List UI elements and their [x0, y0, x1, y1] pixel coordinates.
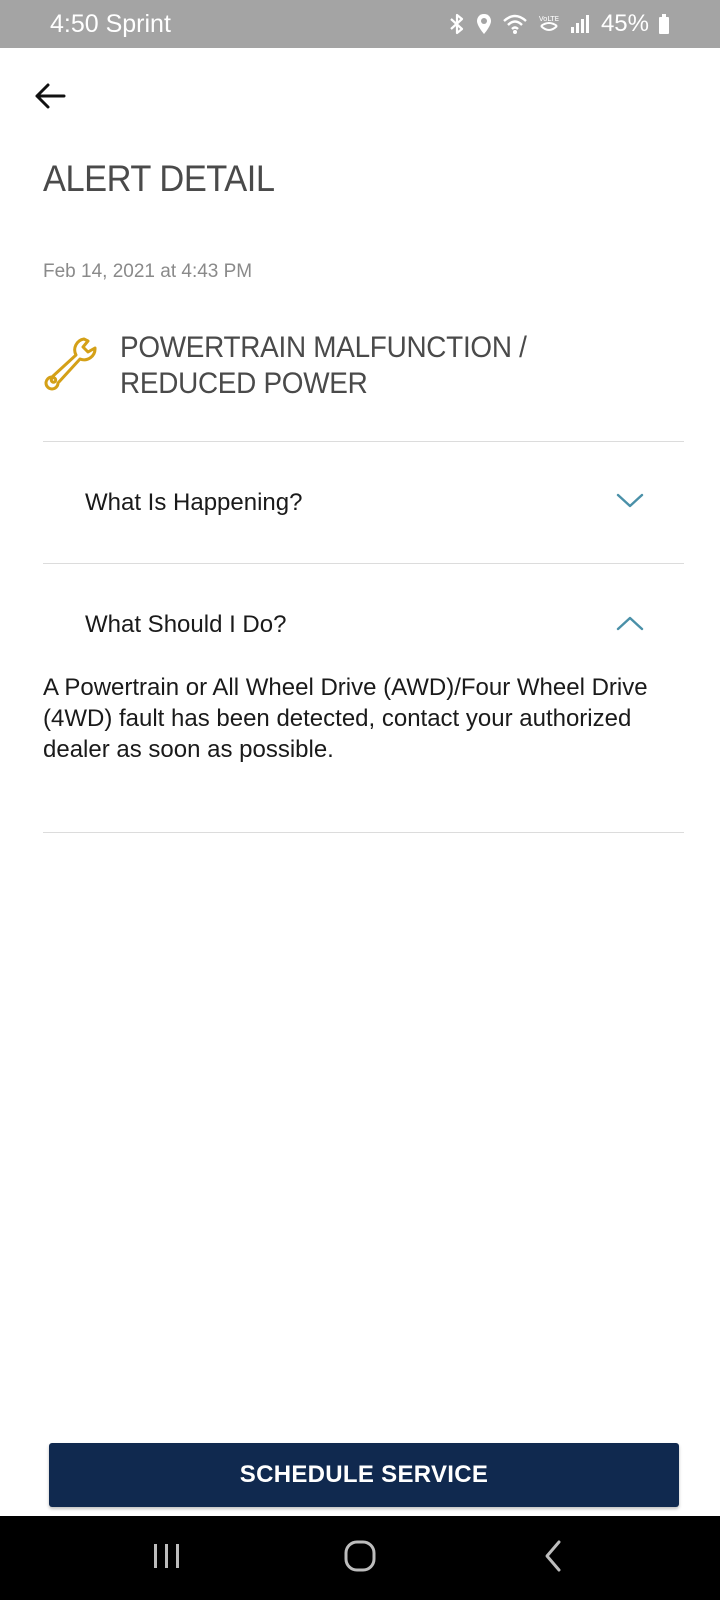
back-icon — [542, 1539, 564, 1578]
back-arrow-icon — [34, 82, 66, 115]
bluetooth-icon — [448, 12, 466, 36]
back-button[interactable] — [30, 78, 70, 118]
accordion-content: A Powertrain or All Wheel Drive (AWD)/Fo… — [43, 674, 648, 763]
accordion-what-should-i-do[interactable]: What Should I Do? — [43, 566, 684, 684]
divider — [43, 832, 684, 833]
alert-title: POWERTRAIN MALFUNCTION / REDUCED POWER — [120, 331, 527, 400]
schedule-service-button[interactable]: SCHEDULE SERVICE — [49, 1443, 679, 1507]
accordion-label: What Is Happening? — [85, 489, 303, 516]
divider — [43, 563, 684, 564]
recent-apps-button[interactable] — [127, 1528, 207, 1588]
chevron-down-icon — [616, 492, 644, 515]
signal-icon — [570, 13, 592, 35]
accordion-what-is-happening[interactable]: What Is Happening? — [43, 444, 684, 562]
status-time-carrier: 4:50 Sprint — [50, 9, 171, 38]
accordion-label: What Should I Do? — [85, 611, 287, 638]
page-title: ALERT DETAIL — [43, 158, 275, 199]
alert-heading: POWERTRAIN MALFUNCTION / REDUCED POWER — [40, 330, 680, 402]
alert-timestamp: Feb 14, 2021 at 4:43 PM — [43, 261, 253, 282]
home-icon — [342, 1539, 378, 1578]
wrench-icon — [40, 335, 98, 393]
recent-apps-icon — [150, 1541, 184, 1576]
svg-text:VoLTE: VoLTE — [539, 15, 559, 23]
wifi-icon — [502, 13, 528, 35]
navigation-bar — [0, 1516, 720, 1600]
chevron-up-icon — [616, 614, 644, 637]
location-icon — [475, 12, 493, 36]
status-bar: 4:50 Sprint VoLTE 45% — [0, 0, 720, 48]
volte-icon: VoLTE — [537, 12, 561, 36]
nav-back-button[interactable] — [513, 1528, 593, 1588]
battery-percent: 45% — [600, 10, 649, 37]
home-button[interactable] — [320, 1528, 400, 1588]
divider — [43, 441, 684, 442]
battery-icon — [658, 13, 670, 35]
